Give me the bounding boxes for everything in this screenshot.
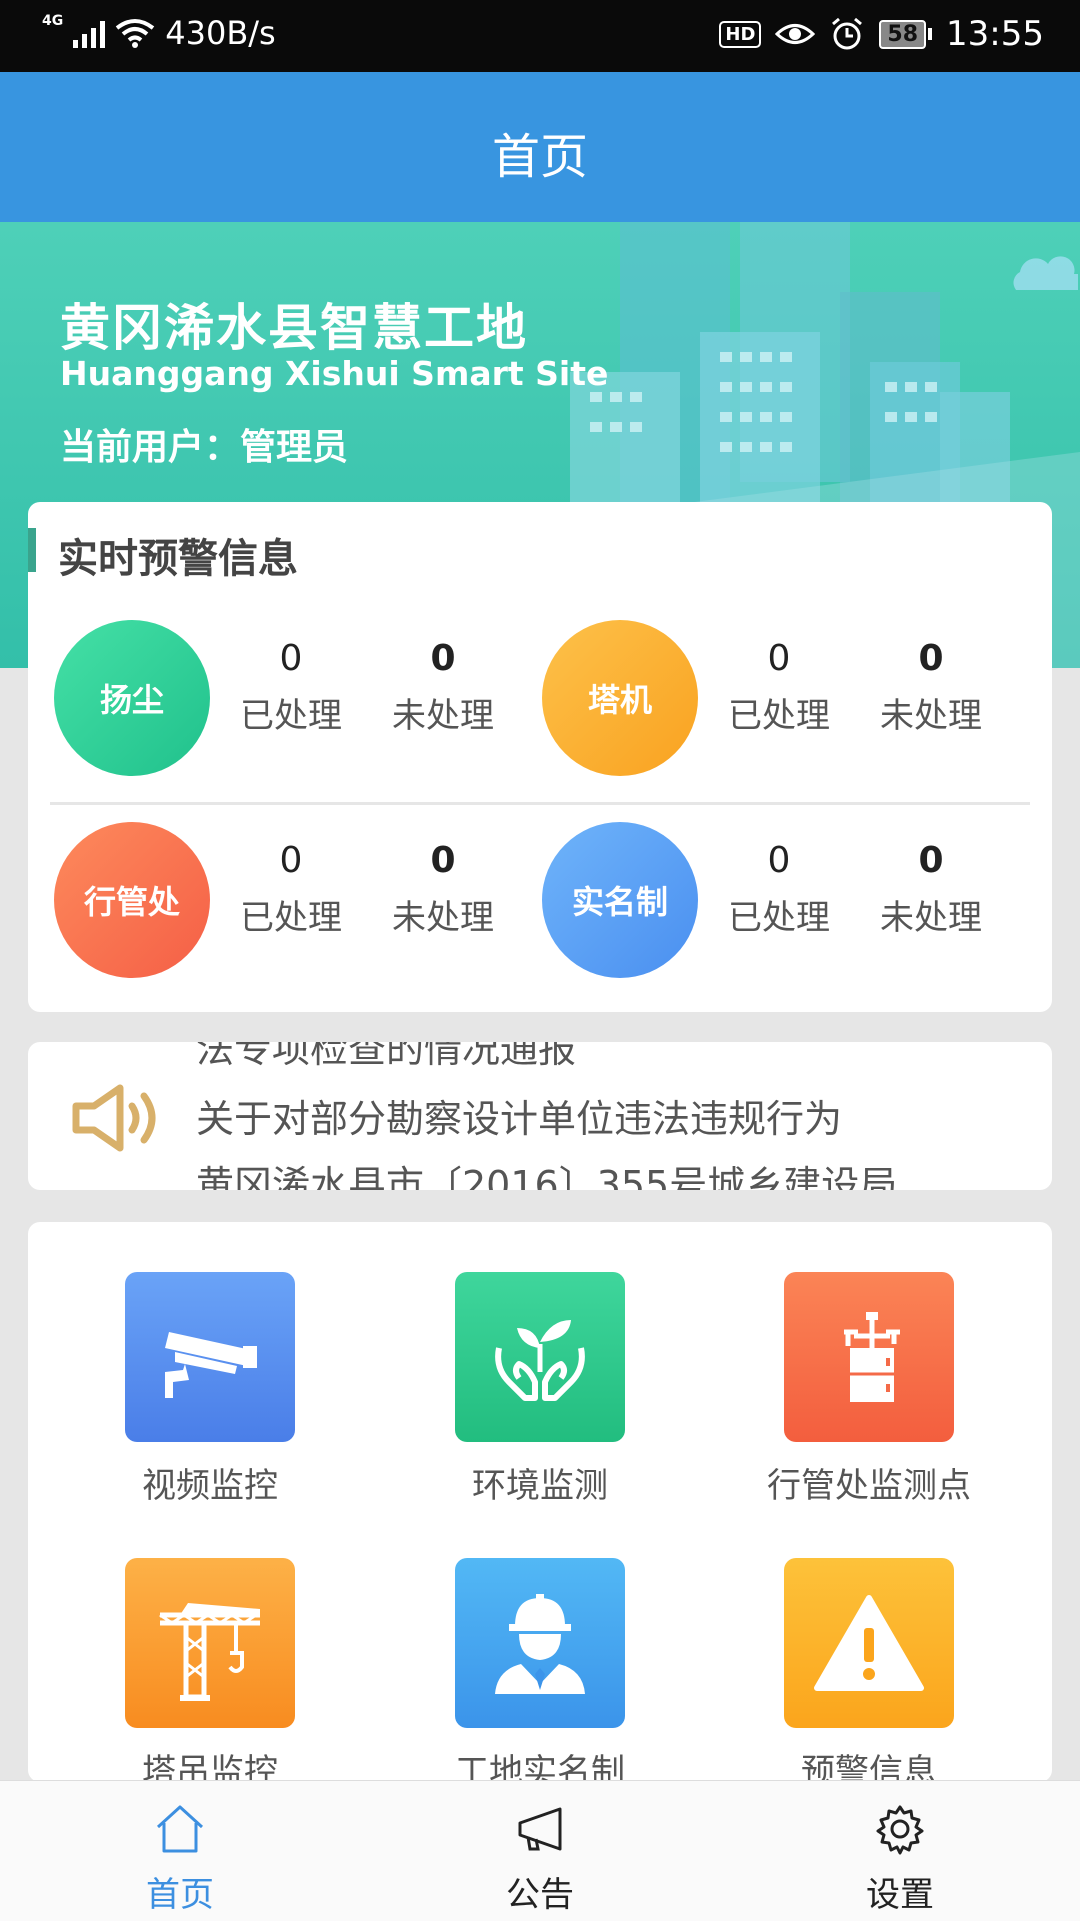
notice-item[interactable]: 关于对部分勘察设计单位违法违规行为 [196, 1088, 842, 1143]
network-speed: 430B/s [165, 14, 276, 52]
warning-info-tile[interactable]: 预警信息 [754, 1558, 984, 1782]
alert-dust-badge[interactable]: 扬尘 [54, 620, 210, 776]
warning-icon [784, 1558, 954, 1728]
monitor-station-icon [784, 1272, 954, 1442]
realname-handled-count: 0 [767, 840, 791, 881]
nav-settings[interactable]: 设置 [800, 1801, 1000, 1916]
alert-tower-crane[interactable]: 塔机 0 已处理 0 未处理 [516, 620, 996, 780]
handled-label: 已处理 [240, 696, 342, 736]
clock: 13:55 [946, 14, 1044, 54]
network-type: 4G [42, 13, 64, 29]
page-title: 首页 [491, 129, 588, 185]
realtime-alert-card: 实时预警信息 扬尘 0 已处理 0 未处理 塔机 0 已处理 0 未处理 行管处 0 已处… [28, 502, 1052, 1012]
tile-label: 塔吊监控 [142, 1752, 278, 1782]
alert-crane-badge[interactable]: 塔机 [542, 620, 698, 776]
admin-handled-count: 0 [279, 840, 303, 881]
alert-admin-office[interactable]: 行管处 0 已处理 0 未处理 [28, 822, 508, 982]
plant-hands-icon [455, 1272, 625, 1442]
realname-unhandled-count: 0 [918, 840, 944, 881]
hd-badge: HD [719, 20, 762, 48]
eye-icon [775, 24, 816, 44]
gear-icon [876, 1805, 924, 1855]
dust-unhandled-count: 0 [430, 638, 456, 679]
tower-crane-icon [125, 1558, 295, 1728]
battery-icon: 58 [879, 19, 933, 49]
tower-crane-monitoring-tile[interactable]: 塔吊监控 [95, 1558, 325, 1782]
crane-handled-count: 0 [767, 638, 791, 679]
battery-level: 58 [879, 19, 927, 49]
announcement-icon [518, 1807, 562, 1851]
site-real-name-tile[interactable]: 工地实名制 [425, 1558, 655, 1782]
nav-label-home: 首页 [146, 1875, 214, 1915]
tile-label: 工地实名制 [455, 1752, 625, 1782]
current-user: 当前用户：管理员 [60, 427, 349, 468]
speaker-icon [72, 1084, 156, 1152]
nav-label-settings: 设置 [866, 1875, 934, 1915]
tile-label: 视频监控 [142, 1466, 278, 1506]
status-bar: 4G 430B/s HD 58 13:55 [0, 0, 1080, 72]
video-monitoring-tile[interactable]: 视频监控 [95, 1272, 325, 1507]
section-title: 实时预警信息 [58, 536, 298, 582]
admin-monitoring-point-tile[interactable]: 行管处监测点 [754, 1272, 984, 1507]
bottom-nav: 首页 公告 设置 [0, 1780, 1080, 1921]
signal-icon [73, 18, 106, 48]
site-title: 黄冈浠水县智慧工地 [60, 299, 528, 357]
alarm-icon [832, 17, 863, 50]
crane-unhandled-count: 0 [918, 638, 944, 679]
unhandled-label: 未处理 [880, 898, 982, 938]
worker-helmet-icon [455, 1558, 625, 1728]
admin-unhandled-count: 0 [430, 840, 456, 881]
feature-grid: 视频监控 环境监测 行管处监测点 塔吊监控 工地实名制 预警信息 [28, 1222, 1052, 1782]
unhandled-label: 未处理 [880, 696, 982, 736]
notice-item[interactable]: 法专项检查的情况通报 [196, 1042, 576, 1073]
dust-handled-count: 0 [279, 638, 303, 679]
notice-item[interactable]: 黄冈浠水县市〔2016〕355号城乡建设局 [196, 1154, 897, 1190]
nav-home[interactable]: 首页 [80, 1801, 280, 1916]
alert-real-name[interactable]: 实名制 0 已处理 0 未处理 [516, 822, 996, 982]
handled-label: 已处理 [240, 898, 342, 938]
alert-admin-badge[interactable]: 行管处 [54, 822, 210, 978]
tile-label: 行管处监测点 [767, 1466, 971, 1506]
home-icon [156, 1805, 204, 1853]
unhandled-label: 未处理 [392, 696, 494, 736]
cctv-camera-icon [125, 1272, 295, 1442]
handled-label: 已处理 [728, 696, 830, 736]
wifi-icon [116, 19, 155, 48]
notice-ticker[interactable]: 法专项检查的情况通报 关于对部分勘察设计单位违法违规行为 黄冈浠水县市〔2016… [28, 1042, 1052, 1190]
alert-dust[interactable]: 扬尘 0 已处理 0 未处理 [28, 620, 508, 780]
unhandled-label: 未处理 [392, 898, 494, 938]
environment-monitoring-tile[interactable]: 环境监测 [425, 1272, 655, 1507]
section-marker [28, 528, 36, 572]
nav-label-announcement: 公告 [506, 1875, 574, 1915]
nav-announcement[interactable]: 公告 [440, 1801, 640, 1916]
divider [50, 802, 1030, 805]
title-bar: 首页 [0, 72, 1080, 222]
handled-label: 已处理 [728, 898, 830, 938]
tile-label: 环境监测 [472, 1466, 608, 1506]
tile-label: 预警信息 [801, 1752, 937, 1782]
site-subtitle: Huanggang Xishui Smart Site [60, 354, 609, 393]
alert-realname-badge[interactable]: 实名制 [542, 822, 698, 978]
